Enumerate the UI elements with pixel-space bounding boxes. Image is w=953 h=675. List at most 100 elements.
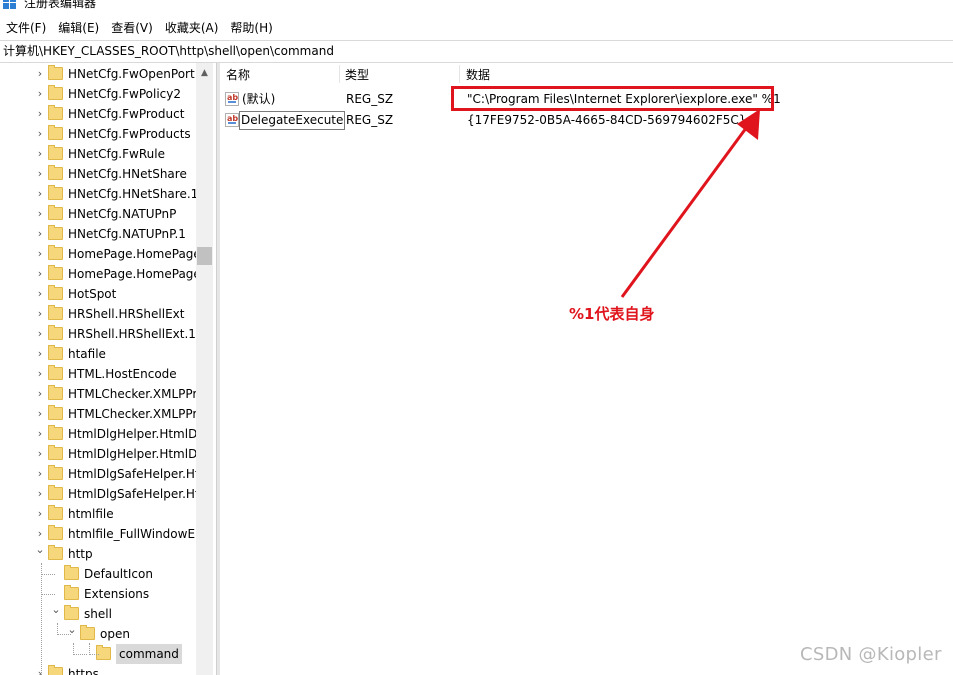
chevron-right-icon[interactable]: › xyxy=(34,264,46,284)
menu-edit[interactable]: 编辑(E) xyxy=(52,17,105,39)
tree-item[interactable]: › htafile xyxy=(0,344,196,364)
folder-icon xyxy=(48,85,63,100)
chevron-right-icon[interactable]: › xyxy=(34,224,46,244)
tree-item[interactable]: › HNetCfg.FwProducts xyxy=(0,124,196,144)
scroll-up-arrow-icon[interactable]: ▲ xyxy=(196,66,213,80)
chevron-right-icon[interactable]: › xyxy=(34,384,46,404)
tree-item[interactable]: › HomePage.HomePage xyxy=(0,244,201,264)
chevron-right-icon[interactable]: › xyxy=(34,404,46,424)
tree-item[interactable]: › htmlfile_FullWindowEn xyxy=(0,524,203,544)
tree-item-label: HTMLChecker.XMLPPr xyxy=(68,387,198,401)
list-row[interactable]: ab DelegateExecute REG_SZ {17FE9752-0B5A… xyxy=(220,110,953,131)
tree-item[interactable]: › HNetCfg.HNetShare xyxy=(0,164,196,184)
folder-icon xyxy=(48,205,63,220)
tree-item[interactable]: › HNetCfg.NATUPnP xyxy=(0,204,196,224)
tree-item[interactable]: ⌄ shell xyxy=(0,603,196,624)
menu-file[interactable]: 文件(F) xyxy=(0,17,52,39)
tree-item[interactable]: › HRShell.HRShellExt.1 xyxy=(0,324,196,344)
folder-icon xyxy=(48,125,63,140)
chevron-right-icon[interactable]: › xyxy=(34,304,46,324)
tree-item[interactable]: › https xyxy=(0,664,196,675)
tree-item-label: HtmlDlgSafeHelper.Ht xyxy=(68,487,200,501)
tree-item[interactable]: › HtmlDlgHelper.HtmlDl xyxy=(0,444,201,464)
menu-help[interactable]: 帮助(H) xyxy=(224,17,278,39)
tree-item-label: DefaultIcon xyxy=(84,567,153,581)
tree-item[interactable]: › HtmlDlgSafeHelper.Ht xyxy=(0,464,200,484)
tree-item-label: HNetCfg.FwPolicy2 xyxy=(68,87,181,101)
address-bar[interactable]: 计算机\HKEY_CLASSES_ROOT\http\shell\open\co… xyxy=(0,40,953,63)
tree-item-label: HRShell.HRShellExt.1 xyxy=(68,327,196,341)
tree-item[interactable]: › HNetCfg.HNetShare.1 xyxy=(0,184,199,204)
folder-icon xyxy=(48,365,63,380)
tree-item[interactable]: › HtmlDlgHelper.HtmlDl xyxy=(0,424,201,444)
chevron-right-icon[interactable]: › xyxy=(34,204,46,224)
menu-view[interactable]: 查看(V) xyxy=(105,17,159,39)
value-list: 名称 类型 数据 ab (默认) REG_SZ "C:\Program File… xyxy=(220,63,953,675)
tree-item[interactable]: › HNetCfg.FwPolicy2 xyxy=(0,84,196,104)
folder-icon xyxy=(48,665,63,675)
folder-icon xyxy=(48,105,63,120)
tree-item-label: HNetCfg.HNetShare.1 xyxy=(68,187,199,201)
watermark: CSDN @Kiopler xyxy=(800,644,942,665)
column-header-name[interactable]: 名称 xyxy=(226,63,250,85)
key-tree: › HNetCfg.FwOpenPort › HNetCfg.FwPolicy2 › HN… xyxy=(0,63,213,675)
folder-icon xyxy=(48,425,63,440)
tree-item-label: shell xyxy=(84,607,112,621)
chevron-right-icon[interactable]: › xyxy=(34,184,46,204)
tree-item[interactable]: Extensions xyxy=(0,584,196,604)
chevron-right-icon[interactable]: › xyxy=(34,664,46,675)
tree-item[interactable]: › HomePage.HomePage xyxy=(0,264,201,284)
tree-item[interactable]: ⌄ http xyxy=(0,543,196,564)
folder-icon xyxy=(48,245,63,260)
folder-icon xyxy=(64,565,79,580)
chevron-right-icon[interactable]: › xyxy=(34,124,46,144)
chevron-right-icon[interactable]: › xyxy=(34,64,46,84)
chevron-down-icon[interactable]: ⌄ xyxy=(34,540,46,560)
tree-scrollbar[interactable]: ▲ xyxy=(196,63,213,675)
scroll-thumb[interactable] xyxy=(197,247,212,265)
chevron-right-icon[interactable]: › xyxy=(34,484,46,504)
tree-item[interactable]: › HotSpot xyxy=(0,284,196,304)
column-divider[interactable] xyxy=(339,65,340,83)
chevron-down-icon[interactable]: ⌄ xyxy=(66,620,78,640)
tree-item-label: http xyxy=(68,547,93,561)
chevron-right-icon[interactable]: › xyxy=(34,84,46,104)
tree-item[interactable]: › HNetCfg.FwOpenPort xyxy=(0,64,196,84)
column-divider[interactable] xyxy=(459,65,460,83)
column-header-data[interactable]: 数据 xyxy=(466,63,490,85)
annotation-text: %1代表自身 xyxy=(569,305,655,323)
chevron-right-icon[interactable]: › xyxy=(34,324,46,344)
tree-item[interactable]: › HNetCfg.FwProduct xyxy=(0,104,196,124)
chevron-right-icon[interactable]: › xyxy=(34,244,46,264)
chevron-down-icon[interactable]: ⌄ xyxy=(50,600,62,620)
tree-item[interactable]: › HNetCfg.NATUPnP.1 xyxy=(0,224,196,244)
folder-icon xyxy=(80,625,95,640)
chevron-right-icon[interactable]: › xyxy=(34,344,46,364)
tree-item-label: command xyxy=(116,644,182,664)
folder-icon xyxy=(48,325,63,340)
tree-item[interactable]: › HTMLChecker.XMLPPr xyxy=(0,404,197,424)
chevron-right-icon[interactable]: › xyxy=(34,284,46,304)
chevron-right-icon[interactable]: › xyxy=(34,144,46,164)
tree-item-label: HNetCfg.FwOpenPort xyxy=(68,67,195,81)
tree-item-label: HNetCfg.FwProducts xyxy=(68,127,191,141)
tree-item[interactable]: ⌄ open xyxy=(0,623,196,644)
chevron-right-icon[interactable]: › xyxy=(34,424,46,444)
tree-item[interactable]: › HRShell.HRShellExt xyxy=(0,304,196,324)
tree-item-label: htmlfile xyxy=(68,507,114,521)
chevron-right-icon[interactable]: › xyxy=(34,164,46,184)
tree-item[interactable]: › HtmlDlgSafeHelper.Ht xyxy=(0,484,200,504)
chevron-right-icon[interactable]: › xyxy=(34,504,46,524)
tree-item[interactable]: › htmlfile xyxy=(0,504,196,524)
tree-item[interactable]: › HTMLChecker.XMLPPr xyxy=(0,384,198,404)
chevron-right-icon[interactable]: › xyxy=(34,104,46,124)
chevron-right-icon[interactable]: › xyxy=(34,444,46,464)
chevron-right-icon[interactable]: › xyxy=(34,464,46,484)
column-header-type[interactable]: 类型 xyxy=(345,63,369,85)
value-type: REG_SZ xyxy=(346,92,394,106)
menu-favorites[interactable]: 收藏夹(A) xyxy=(159,17,225,39)
tree-item[interactable]: › HNetCfg.FwRule xyxy=(0,144,196,164)
chevron-right-icon[interactable]: › xyxy=(34,364,46,384)
tree-item[interactable]: DefaultIcon xyxy=(0,564,196,584)
tree-item[interactable]: › HTML.HostEncode xyxy=(0,364,196,384)
